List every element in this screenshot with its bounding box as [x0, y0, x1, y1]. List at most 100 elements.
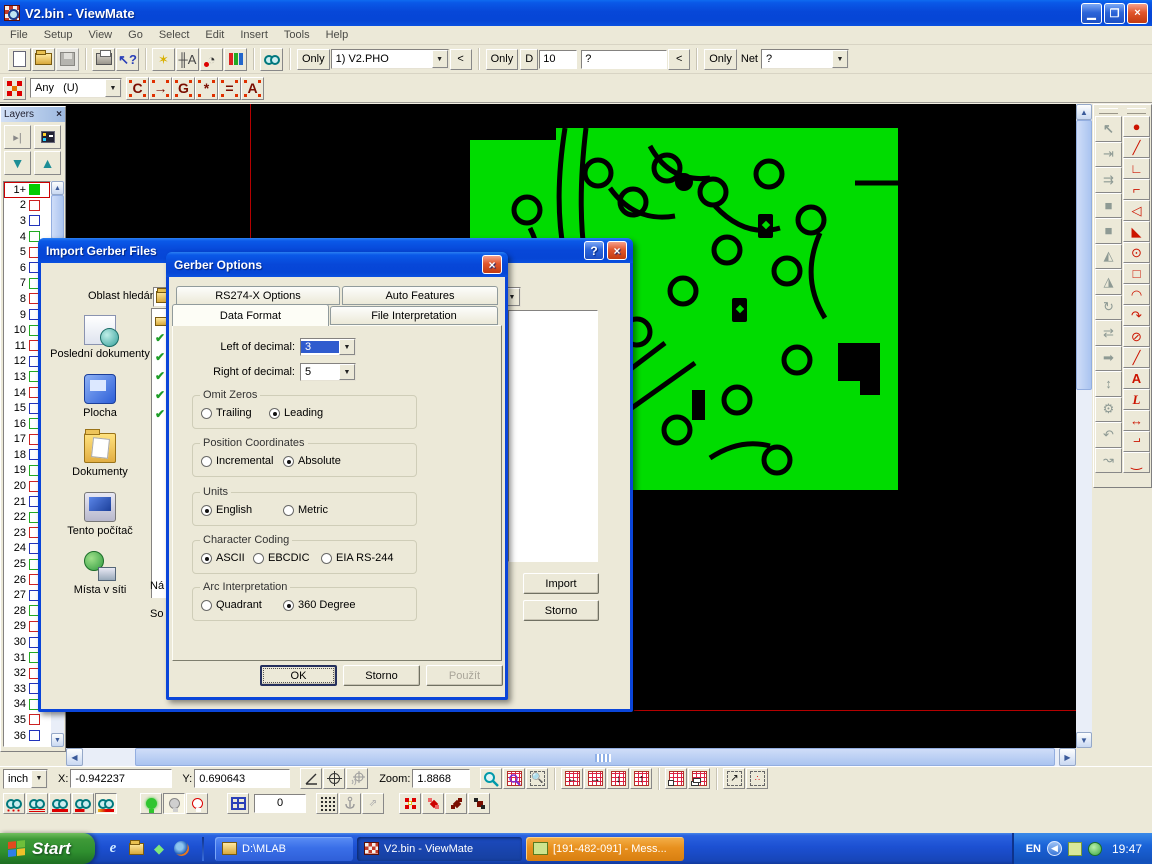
radio-360-degree[interactable]: 360 Degree: [283, 599, 356, 611]
flash-mode-2-button[interactable]: [422, 793, 444, 814]
menu-tools[interactable]: Tools: [276, 27, 318, 43]
net-combo[interactable]: ? ▼: [761, 49, 849, 69]
context-help-button[interactable]: ↖?: [116, 48, 139, 71]
select-component-button[interactable]: C: [126, 77, 149, 100]
measure-button[interactable]: ╫A: [176, 48, 199, 71]
layer-up-button[interactable]: ▲: [34, 151, 61, 175]
radio-ascii[interactable]: ASCII: [201, 552, 245, 564]
layer-row[interactable]: 36: [4, 728, 50, 744]
green-app-icon[interactable]: ◆: [151, 841, 167, 857]
layer-color-swatch[interactable]: [29, 714, 40, 725]
menu-help[interactable]: Help: [318, 27, 357, 43]
mirror-h-tool-button[interactable]: ◮: [1095, 269, 1122, 295]
highlight-outline-button[interactable]: [186, 793, 208, 814]
save-button[interactable]: [56, 48, 79, 71]
messenger-tray-icon[interactable]: [1068, 842, 1082, 856]
menu-edit[interactable]: Edit: [197, 27, 232, 43]
flash-mode-1-button[interactable]: [399, 793, 421, 814]
select-area-button[interactable]: ↗: [723, 768, 745, 789]
right-of-decimal-combo[interactable]: 5▼: [300, 363, 356, 381]
undo-tool-button[interactable]: ↶: [1095, 422, 1122, 448]
language-indicator[interactable]: EN: [1026, 843, 1041, 855]
tab-auto-features[interactable]: Auto Features: [342, 286, 498, 305]
fan-draw-button[interactable]: ◁: [1123, 200, 1150, 221]
gerber-dialog-titlebar[interactable]: Gerber Options ×: [166, 252, 508, 277]
only-net-toggle[interactable]: Only: [704, 49, 737, 70]
print-button[interactable]: [92, 48, 115, 71]
layer-scroll-thumb[interactable]: [51, 195, 64, 239]
select-tool-button[interactable]: ↖: [1095, 116, 1122, 142]
view-mode-3-button[interactable]: [49, 793, 71, 814]
pan-down-button[interactable]: ↓: [607, 768, 629, 789]
layer-color-swatch[interactable]: [29, 184, 40, 195]
ok-button[interactable]: OK: [260, 665, 337, 686]
tray-collapse-icon[interactable]: ◀: [1047, 841, 1062, 856]
place-m-sta-v-s-ti[interactable]: Místa v síti: [49, 551, 151, 596]
only-layer-toggle[interactable]: Only: [297, 49, 330, 70]
circle-draw-button[interactable]: ⊙: [1123, 242, 1150, 263]
scroll-up-icon[interactable]: ▲: [1076, 104, 1092, 120]
triangle-draw-button[interactable]: ◣: [1123, 221, 1150, 242]
view-layers-button[interactable]: [688, 768, 710, 789]
flash-mode-4-button[interactable]: [468, 793, 490, 814]
scroll-down-icon[interactable]: ▼: [1076, 732, 1092, 748]
palette-grip[interactable]: [1127, 108, 1146, 114]
radio-english[interactable]: English: [201, 504, 252, 516]
curve-draw-button[interactable]: ↷: [1123, 305, 1150, 326]
scroll-left-icon[interactable]: ◀: [66, 748, 83, 766]
taskbar-task-viewmate[interactable]: V2.bin - ViewMate: [357, 837, 522, 861]
only-dcode-toggle[interactable]: Only: [486, 49, 519, 70]
chevron-down-icon[interactable]: ▼: [31, 770, 47, 788]
transfer-tool-button[interactable]: ⇥: [1095, 142, 1122, 168]
settings-tool-button[interactable]: ⚙: [1095, 397, 1122, 423]
place-plocha[interactable]: Plocha: [49, 374, 151, 419]
zoom-tool-button[interactable]: [480, 768, 502, 789]
taskbar-task-mlab[interactable]: D:\MLAB: [215, 837, 353, 861]
radio-trailing[interactable]: Trailing: [201, 407, 252, 419]
angle-measure-button[interactable]: [300, 768, 322, 789]
zoom-field[interactable]: 1.8868: [412, 769, 470, 788]
select-gerber-button[interactable]: G: [172, 77, 195, 100]
layer-combo[interactable]: 1) V2.PHO ▼: [331, 49, 449, 69]
label-draw-button[interactable]: L: [1123, 389, 1150, 410]
selection-filter-button[interactable]: [3, 77, 26, 100]
radio-leading[interactable]: Leading: [269, 407, 323, 419]
storno-button[interactable]: Storno: [343, 665, 420, 686]
polyline-draw-button[interactable]: ∟: [1123, 158, 1150, 179]
help-icon[interactable]: ?: [584, 241, 604, 260]
rectangle-draw-button[interactable]: □: [1123, 263, 1150, 284]
move-feature-tool-button[interactable]: ➡: [1095, 346, 1122, 372]
tab-file-interpretation[interactable]: File Interpretation: [330, 306, 498, 325]
pan-left-button[interactable]: ←: [561, 768, 583, 789]
firefox-icon[interactable]: [174, 841, 189, 856]
dcode-button[interactable]: D: [520, 49, 538, 70]
radio-absolute[interactable]: Absolute: [283, 455, 341, 467]
layer-row[interactable]: 3: [4, 213, 50, 229]
grid-dots-button[interactable]: [316, 793, 338, 814]
bend-draw-button[interactable]: ‿: [1123, 452, 1150, 473]
move-layer-button[interactable]: ▸|: [4, 125, 31, 149]
pad-draw-button[interactable]: ●: [1123, 116, 1150, 137]
apply-button[interactable]: Použít: [426, 665, 503, 686]
pan-up-button[interactable]: ↑: [630, 768, 652, 789]
resize-tool-button[interactable]: ⇄: [1095, 320, 1122, 346]
palette-grip[interactable]: [1099, 108, 1118, 114]
copy-transfer-tool-button[interactable]: ⇉: [1095, 167, 1122, 193]
place-posledn-dokumenty[interactable]: Poslední dokumenty: [49, 315, 151, 360]
layer-down-button[interactable]: ▼: [4, 151, 31, 175]
highlight-on-button[interactable]: [140, 793, 162, 814]
view-window-button[interactable]: [665, 768, 687, 789]
menu-select[interactable]: Select: [151, 27, 198, 43]
zoom-grid-button[interactable]: [503, 768, 525, 789]
line-draw-button[interactable]: ╱: [1123, 137, 1150, 158]
close-icon[interactable]: ×: [56, 109, 62, 120]
taskbar-task-message[interactable]: [191-482-091] - Mess...: [526, 837, 684, 861]
hscroll-thumb[interactable]: [135, 748, 1055, 766]
y-coordinate-field[interactable]: 0.690643: [194, 769, 290, 788]
layer-row[interactable]: 35: [4, 712, 50, 728]
close-icon[interactable]: ×: [607, 241, 627, 260]
select-text-button[interactable]: A: [241, 77, 264, 100]
pan-right-button[interactable]: →: [584, 768, 606, 789]
reroute-tool-button[interactable]: ↝: [1095, 448, 1122, 474]
scroll-right-icon[interactable]: ▶: [1059, 748, 1076, 766]
